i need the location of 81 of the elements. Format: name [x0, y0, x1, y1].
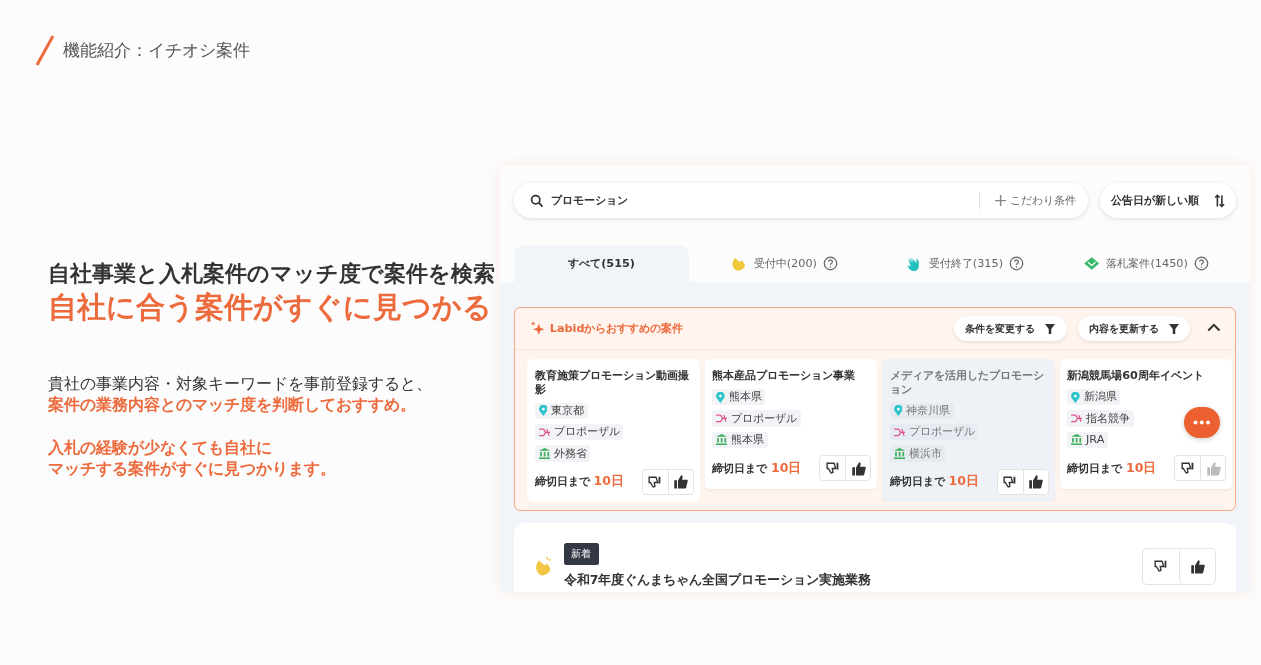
- split-icon: [538, 427, 550, 437]
- building-icon: [1071, 434, 1083, 446]
- deadline-label: 締切日まで: [889, 474, 945, 490]
- pin-icon: [716, 391, 725, 403]
- card-title: 教育施策プロモーション動画撮影: [534, 369, 690, 397]
- tab[interactable]: 落札案件(1450): [1055, 244, 1237, 282]
- help-icon[interactable]: [1194, 255, 1210, 271]
- thumbs-down-icon: [1003, 475, 1017, 489]
- collapse-icon[interactable]: [1206, 323, 1221, 333]
- deadline-value: 10日: [948, 473, 979, 491]
- tag: 熊本県: [712, 431, 768, 448]
- thumbs-down-icon: [1180, 461, 1195, 475]
- recommended-card[interactable]: メディアを活用したプロモーション 神奈川県 プロポーザル 横浜市 締切日まで 10日: [882, 359, 1055, 503]
- thumbs-up-icon: [1028, 474, 1043, 490]
- more-icon: [1193, 419, 1211, 425]
- card-title: 熊本産品プロモーション事業: [712, 369, 857, 383]
- panel-title: Labidからおすすめの案件: [549, 321, 685, 337]
- search-icon: [530, 193, 544, 208]
- tab[interactable]: 受付終了(315): [875, 244, 1056, 282]
- thumbs-up-icon: [1190, 558, 1206, 574]
- help-icon[interactable]: [823, 255, 839, 271]
- deadline-value: 10日: [771, 459, 802, 477]
- tag: 指名競争: [1067, 410, 1134, 427]
- thumbs-down-icon: [1154, 559, 1168, 574]
- plus-icon: [994, 195, 1006, 207]
- tag: 新潟県: [1067, 389, 1121, 406]
- headline-accent: 自社に合う案件がすぐに見つかる: [48, 289, 493, 325]
- filter-conditions-button[interactable]: こだわり条件: [994, 193, 1076, 209]
- page-title: 機能紹介：イチオシ案件: [63, 39, 250, 62]
- filter-button[interactable]: 条件を変更する: [954, 316, 1067, 342]
- tag: プロポーザル: [534, 424, 624, 441]
- tag: プロポーザル: [712, 410, 801, 427]
- deadline-label: 締切日まで: [712, 460, 768, 476]
- tag: 東京都: [534, 402, 588, 419]
- thumbs-up-icon: [673, 474, 688, 490]
- tag: プロポーザル: [889, 424, 979, 441]
- search-field[interactable]: プロモーション こだわり条件: [513, 183, 1089, 219]
- body-text: 入札の経験が少なくても自社に: [48, 437, 273, 458]
- building-icon: [893, 447, 905, 459]
- slash-mark: [35, 34, 55, 67]
- deadline-value: 10日: [593, 473, 624, 491]
- tab[interactable]: 受付中(200): [694, 244, 875, 282]
- recommended-card[interactable]: 教育施策プロモーション動画撮影 東京都 プロポーザル 外務省 締切日まで 10日: [527, 359, 700, 503]
- building-icon: [538, 447, 550, 459]
- thumbs-down-icon: [648, 475, 662, 489]
- pin-icon: [1071, 391, 1080, 403]
- deadline-label: 締切日まで: [1067, 460, 1123, 476]
- deadline-label: 締切日まで: [534, 474, 590, 490]
- deadline-value: 10日: [1126, 459, 1157, 477]
- body-text: 貴社の事業内容・対象キーワードを事前登録すると、: [48, 373, 433, 394]
- sparkle-icon: [529, 321, 545, 337]
- card-title: 新潟競馬場60周年イベント: [1067, 369, 1205, 383]
- recommended-card[interactable]: 新潟競馬場60周年イベント 新潟県 指名競争 JRA 締切日まで 10日: [1059, 359, 1233, 489]
- tab[interactable]: すべて(515): [513, 244, 690, 282]
- tag: 熊本県: [712, 389, 766, 406]
- sort-button[interactable]: 公告日が新しい順: [1099, 183, 1237, 219]
- tag: 外務省: [534, 445, 591, 462]
- sort-icon: [1213, 193, 1225, 208]
- help-icon[interactable]: [1009, 255, 1025, 271]
- thumbs-up-icon: [1205, 460, 1221, 476]
- pin-icon: [893, 405, 903, 417]
- filter-button[interactable]: 内容を更新する: [1077, 316, 1191, 342]
- split-icon: [893, 427, 905, 437]
- split-icon: [1071, 414, 1083, 423]
- recommended-card[interactable]: 熊本産品プロモーション事業 熊本県 プロポーザル 熊本県 締切日まで 10日: [704, 359, 878, 489]
- tag: 横浜市: [889, 445, 946, 462]
- building-icon: [716, 434, 728, 446]
- listing-title: 令和7年度ぐんまちゃん全国プロモーション実施業務: [563, 572, 872, 590]
- tag: JRA: [1067, 431, 1109, 448]
- split-icon: [716, 414, 728, 423]
- headline: 自社事業と入札案件のマッチ度で案件を検索: [48, 260, 496, 288]
- pin-icon: [538, 405, 548, 417]
- body-text: 案件の業務内容とのマッチ度を判断しておすすめ。: [48, 394, 417, 415]
- body-text: マッチする案件がすぐに見つかります。: [48, 458, 337, 479]
- filter-icon: [1045, 323, 1056, 334]
- thumbs-down-icon: [825, 461, 840, 475]
- thumbs-up-icon: [850, 460, 866, 476]
- tag: 神奈川県: [889, 402, 954, 419]
- card-title: メディアを活用したプロモーション: [889, 369, 1045, 397]
- filter-icon: [1169, 323, 1179, 334]
- new-badge: 新着: [563, 543, 599, 565]
